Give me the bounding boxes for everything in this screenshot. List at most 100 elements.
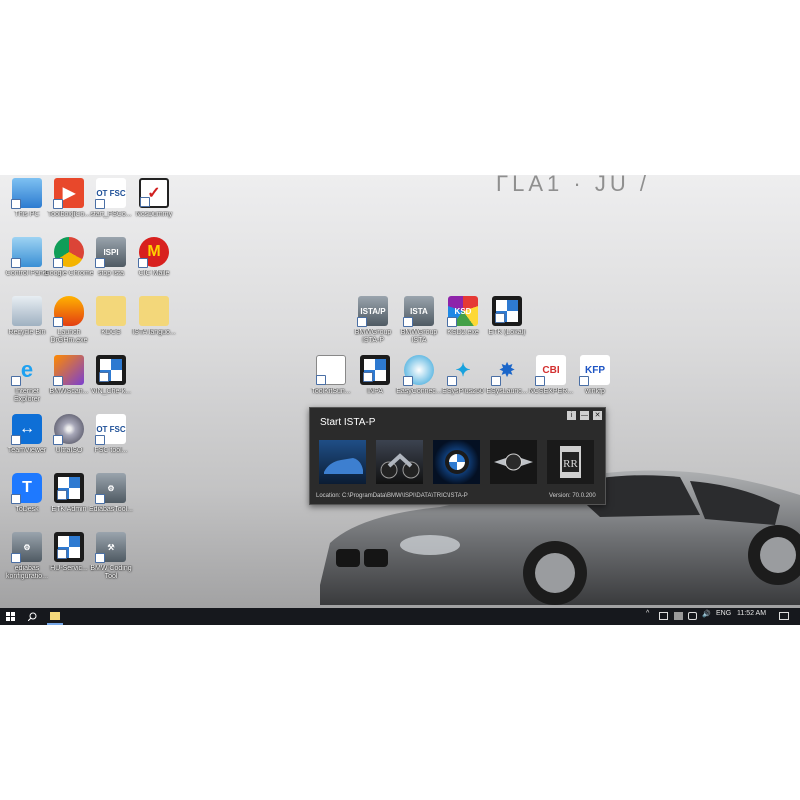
bmw-logo-icon bbox=[360, 355, 390, 385]
desktop-shortcut-ncs-dummy[interactable]: ✓ NcsDummy bbox=[129, 178, 179, 219]
ista-window-title: Start ISTA-P bbox=[320, 417, 376, 428]
ksd-icon: KSD bbox=[447, 296, 478, 327]
speaker-icon[interactable]: 🔊 bbox=[702, 610, 711, 618]
bmw-logo-icon bbox=[492, 296, 522, 326]
desktop-shortcut-label: ToolKitSun... bbox=[311, 388, 351, 395]
ispi-icon: ISPI bbox=[95, 237, 126, 268]
disc-icon bbox=[53, 414, 84, 445]
mini-logo-icon bbox=[494, 453, 533, 471]
desktop-shortcut-label: ISTA languo... bbox=[132, 329, 176, 336]
desktop-shortcut-label: BMWGroup ISTA-P bbox=[354, 329, 392, 344]
bmw-car-thumbnail[interactable] bbox=[319, 440, 366, 484]
bmw-logo-icon bbox=[96, 355, 126, 385]
motorcycle-thumbnail-image bbox=[380, 453, 420, 479]
folder-icon bbox=[96, 296, 126, 326]
desktop-shortcut-label: NCSEXPER... bbox=[528, 388, 574, 395]
desktop-shortcut-label: EasyConnec... bbox=[396, 388, 442, 395]
ista-location: Location: C:\ProgramData\BMW\ISPI\DATA\T… bbox=[316, 493, 468, 499]
desktop-shortcut-label: CIC Maile bbox=[138, 270, 170, 277]
desktop-shortcut-label: KSD2.exe bbox=[447, 329, 479, 336]
language-indicator[interactable]: ENG bbox=[716, 610, 731, 617]
chrome-icon bbox=[53, 237, 84, 268]
todesk-icon: T bbox=[11, 473, 42, 504]
desktop-shortcut-esys-plus[interactable]: ✦ ESysPlus250 bbox=[438, 355, 488, 396]
desktop-shortcut-cic-mails[interactable]: M CIC Maile bbox=[129, 237, 179, 278]
active-app-indicator bbox=[47, 623, 63, 625]
desktop-shortcut-label: ESysLaunc... bbox=[486, 388, 528, 395]
ista-version: Version: 70.0.200 bbox=[549, 493, 596, 499]
desktop[interactable]: ΓLA1 · JU / This PC ▶ Toolbox[iCo... OT FSC… bbox=[0, 175, 800, 625]
desktop-shortcut-label: INPA bbox=[367, 388, 383, 395]
desktop-shortcut-toolkitsun[interactable]: ToolKitSun... bbox=[306, 355, 356, 396]
coding-tool-icon: ⚒ bbox=[95, 532, 126, 563]
recycle-bin-icon bbox=[12, 296, 42, 326]
rolls-royce-logo-thumbnail[interactable]: RR bbox=[547, 440, 594, 484]
clock[interactable]: 11:52 AM bbox=[737, 610, 766, 617]
cbi-icon: CBI bbox=[535, 355, 566, 386]
bmw-scanner-icon bbox=[53, 355, 84, 386]
ediabas-icon: ⚙ bbox=[11, 532, 42, 563]
control-panel-icon bbox=[11, 237, 42, 268]
otfsc-icon: OT FSC bbox=[95, 414, 126, 445]
minimize-button[interactable]: — bbox=[580, 411, 589, 420]
kfp-icon: KFP bbox=[579, 355, 610, 386]
otfsc-icon: OT FSC bbox=[95, 178, 126, 209]
desktop-shortcut-etk-local[interactable]: ETK (Lokal) bbox=[482, 296, 532, 337]
ediabas-icon: ⚙ bbox=[95, 473, 126, 504]
desktop-shortcut-inpa[interactable]: INPA bbox=[350, 355, 400, 396]
m-logo-icon: M bbox=[138, 237, 169, 268]
file-explorer-icon[interactable] bbox=[50, 612, 60, 620]
computer-icon bbox=[11, 178, 42, 209]
ista-icon: ISTA bbox=[403, 296, 434, 327]
desktop-shortcut-ista[interactable]: ISTA BMWGroup ISTA bbox=[394, 296, 444, 345]
network-icon[interactable] bbox=[659, 612, 668, 620]
desktop-shortcut-label: ESysPlus250 bbox=[442, 388, 484, 395]
flame-icon bbox=[53, 296, 84, 327]
rolls-royce-logo-icon: RR bbox=[560, 446, 581, 478]
close-button[interactable]: ✕ bbox=[593, 411, 602, 420]
bmw-logo-thumbnail[interactable] bbox=[433, 440, 480, 484]
car-thumbnail-image bbox=[324, 458, 363, 474]
desktop-shortcut-winkfp[interactable]: KFP winkfp bbox=[570, 355, 620, 396]
search-icon[interactable] bbox=[28, 612, 37, 621]
desktop-shortcut-label: ETK (Lokal) bbox=[488, 329, 526, 336]
start-ista-p-window[interactable]: Start ISTA-P i — ✕ RR Location: C:\Progr… bbox=[309, 407, 606, 505]
notification-icon[interactable] bbox=[779, 612, 789, 620]
bmw-logo-icon bbox=[444, 450, 469, 474]
desktop-shortcut-easyconnect[interactable]: EasyConnec... bbox=[394, 355, 444, 396]
bmw-logo-icon bbox=[54, 473, 84, 503]
desktop-shortcut-label: BMW Coding Tool bbox=[90, 565, 132, 580]
internet-explorer-icon: e bbox=[11, 355, 42, 386]
desktop-shortcut-label: winkfp bbox=[585, 388, 605, 395]
battery-icon[interactable] bbox=[674, 612, 683, 620]
desktop-shortcut-label: EdiabasTool... bbox=[89, 506, 133, 513]
keyboard-icon[interactable] bbox=[688, 612, 697, 620]
desktop-shortcut-bmw-coding-tool[interactable]: ⚒ BMW Coding Tool bbox=[86, 532, 136, 581]
teamviewer-icon: ↔ bbox=[11, 414, 42, 445]
svg-text:RR: RR bbox=[563, 458, 578, 470]
desktop-shortcut-ncs-expert[interactable]: CBI NCSEXPER... bbox=[526, 355, 576, 396]
desktop-shortcut-ediabas-tool[interactable]: ⚙ EdiabasTool... bbox=[86, 473, 136, 514]
bmw-logo-icon bbox=[54, 532, 84, 562]
windows-start-icon[interactable] bbox=[6, 612, 15, 621]
toolkit-icon bbox=[316, 355, 346, 385]
esys-icon: ✦ bbox=[447, 355, 478, 386]
taskbar: ^ 🔊 ENG 11:52 AM bbox=[0, 608, 800, 625]
checkmark-icon: ✓ bbox=[139, 178, 169, 208]
bmw-motorcycle-thumbnail[interactable] bbox=[376, 440, 423, 484]
desktop-shortcut-label: FSC tool... bbox=[94, 447, 128, 454]
play-icon: ▶ bbox=[53, 178, 84, 209]
desktop-shortcut-fsc-tools[interactable]: OT FSC FSC tool... bbox=[86, 414, 136, 455]
ista-p-icon: ISTA/P bbox=[357, 296, 388, 327]
desktop-shortcut-ista-p[interactable]: ISTA/P BMWGroup ISTA-P bbox=[348, 296, 398, 345]
desktop-shortcut-vin-check[interactable]: VIN_Che-k... bbox=[86, 355, 136, 396]
easyconnect-icon bbox=[403, 355, 434, 386]
desktop-shortcut-ksd[interactable]: KSD KSD2.exe bbox=[438, 296, 488, 337]
tray-chevron-icon[interactable]: ^ bbox=[646, 610, 649, 617]
mini-logo-thumbnail[interactable] bbox=[490, 440, 537, 484]
desktop-shortcut-esys-launcher[interactable]: ✸ ESysLaunc... bbox=[482, 355, 532, 396]
desktop-shortcut-label: VIN_Che-k... bbox=[90, 388, 132, 395]
info-button[interactable]: i bbox=[567, 411, 576, 420]
desktop-shortcut-label: NcsDummy bbox=[135, 211, 173, 218]
desktop-shortcut-ista-languages[interactable]: ISTA languo... bbox=[129, 296, 179, 337]
